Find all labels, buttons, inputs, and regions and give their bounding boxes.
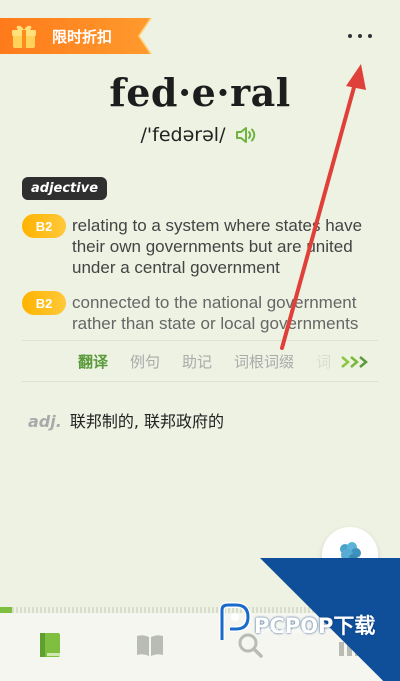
watermark-subtitle: PCPOP Download <box>256 629 310 635</box>
speaker-icon[interactable] <box>235 125 259 145</box>
part-of-speech-badge: adjective <box>22 177 108 200</box>
detail-tabs: 翻译 例句 助记 词根词缀 词 <box>22 340 378 382</box>
definition-item: B2 relating to a system where states hav… <box>22 214 382 278</box>
promo-banner[interactable]: 限时折扣 <box>0 18 150 54</box>
tab-roots-affixes[interactable]: 词根词缀 <box>234 351 294 372</box>
definition-item: B2 connected to the national government … <box>22 291 382 334</box>
triple-chevron-icon[interactable] <box>340 355 372 369</box>
level-badge: B2 <box>22 214 66 238</box>
tab-examples[interactable]: 例句 <box>130 351 160 372</box>
phonetic: /'fedərəl/ <box>140 124 226 146</box>
pronunciation-row: /'fedərəl/ <box>0 124 400 146</box>
definition-text: relating to a system where states have t… <box>72 216 363 277</box>
watermark-brand: PCPOP下载 <box>254 613 376 638</box>
promo-label: 限时折扣 <box>52 27 113 46</box>
translation-text: 联邦制的, 联邦政府的 <box>69 412 224 431</box>
translation-pos: adj. <box>28 412 62 431</box>
level-badge: B2 <box>22 291 66 315</box>
tab-translation[interactable]: 翻译 <box>78 351 108 372</box>
nav-reading[interactable] <box>130 627 170 667</box>
gift-icon <box>10 23 38 49</box>
tab-mnemonics[interactable]: 助记 <box>182 351 212 372</box>
wordbook-icon <box>37 631 63 664</box>
headword: fed·e·ral <box>109 70 291 115</box>
tab-more[interactable]: 词 <box>316 351 331 372</box>
definition-text: connected to the national government rat… <box>72 293 359 333</box>
book-open-icon <box>135 632 165 663</box>
nav-wordbook[interactable] <box>30 627 70 667</box>
more-dots-icon[interactable] <box>348 26 372 46</box>
translation-row: adj. 联邦制的, 联邦政府的 <box>28 408 224 432</box>
watermark-logo: PCPOP下载 <box>216 602 375 647</box>
pcpop-logo-icon <box>216 602 252 647</box>
